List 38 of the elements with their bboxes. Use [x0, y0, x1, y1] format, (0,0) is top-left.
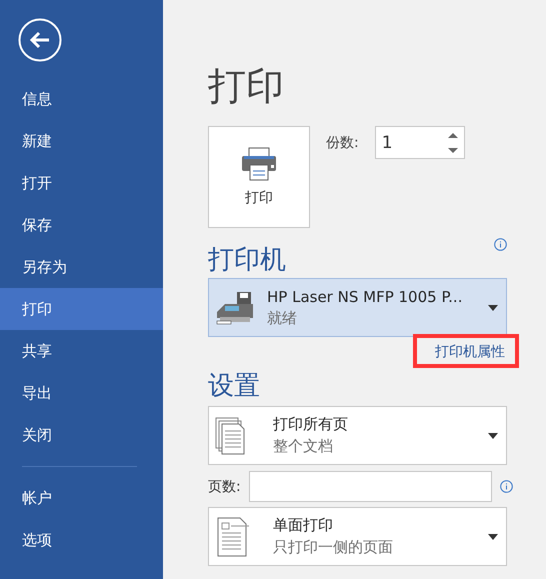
nav-item[interactable]: 保存	[0, 204, 163, 246]
printer-dropdown[interactable]: HP Laser NS MFP 1005 P... 就绪	[208, 278, 507, 337]
printer-status: 就绪	[267, 308, 298, 328]
dropdown-title: 打印所有页	[273, 415, 349, 434]
nav-item[interactable]: 打印	[0, 288, 163, 330]
caret-icon	[488, 534, 498, 540]
copies-spinner[interactable]: 1	[374, 126, 465, 159]
pages-input[interactable]	[248, 471, 492, 502]
nav-item[interactable]: 导出	[0, 372, 163, 414]
printer-properties-link[interactable]: 打印机属性	[435, 344, 505, 360]
nav-item[interactable]: 共享	[0, 330, 163, 372]
nav-item[interactable]: 新建	[0, 120, 163, 162]
nav-item[interactable]: 帐户	[0, 477, 163, 519]
caret-icon	[488, 432, 498, 438]
page-icon	[215, 516, 249, 558]
settings-dropdown[interactable]: 单面打印 只打印一侧的页面	[208, 507, 507, 566]
settings-dropdown[interactable]: 打印所有页 整个文档	[208, 406, 507, 465]
nav-item[interactable]: 关闭	[0, 414, 163, 456]
back-icon[interactable]	[18, 18, 62, 62]
nav-item[interactable]: 打开	[0, 162, 163, 204]
dropdown-subtitle: 只打印一侧的页面	[273, 538, 394, 557]
info-icon[interactable]	[500, 480, 513, 493]
dropdown-subtitle: 整个文档	[273, 437, 334, 456]
printer-icon	[241, 147, 277, 181]
nav-item[interactable]: 选项	[0, 519, 163, 561]
section-heading: 打印机	[208, 244, 286, 277]
pages-label: 页数:	[208, 478, 241, 496]
nav-item[interactable]: 另存为	[0, 246, 163, 288]
spin-arrows-icon[interactable]	[448, 130, 458, 154]
page-title: 打印	[208, 63, 285, 110]
info-icon[interactable]	[494, 238, 507, 251]
print-button[interactable]: 打印	[208, 126, 310, 228]
section-heading: 设置	[208, 370, 260, 403]
copies-label: 份数:	[326, 134, 359, 153]
dropdown-title: 单面打印	[273, 516, 334, 535]
nav-item[interactable]: 信息	[0, 78, 163, 120]
caret-icon	[488, 304, 498, 310]
printer-name: HP Laser NS MFP 1005 P...	[267, 288, 464, 306]
